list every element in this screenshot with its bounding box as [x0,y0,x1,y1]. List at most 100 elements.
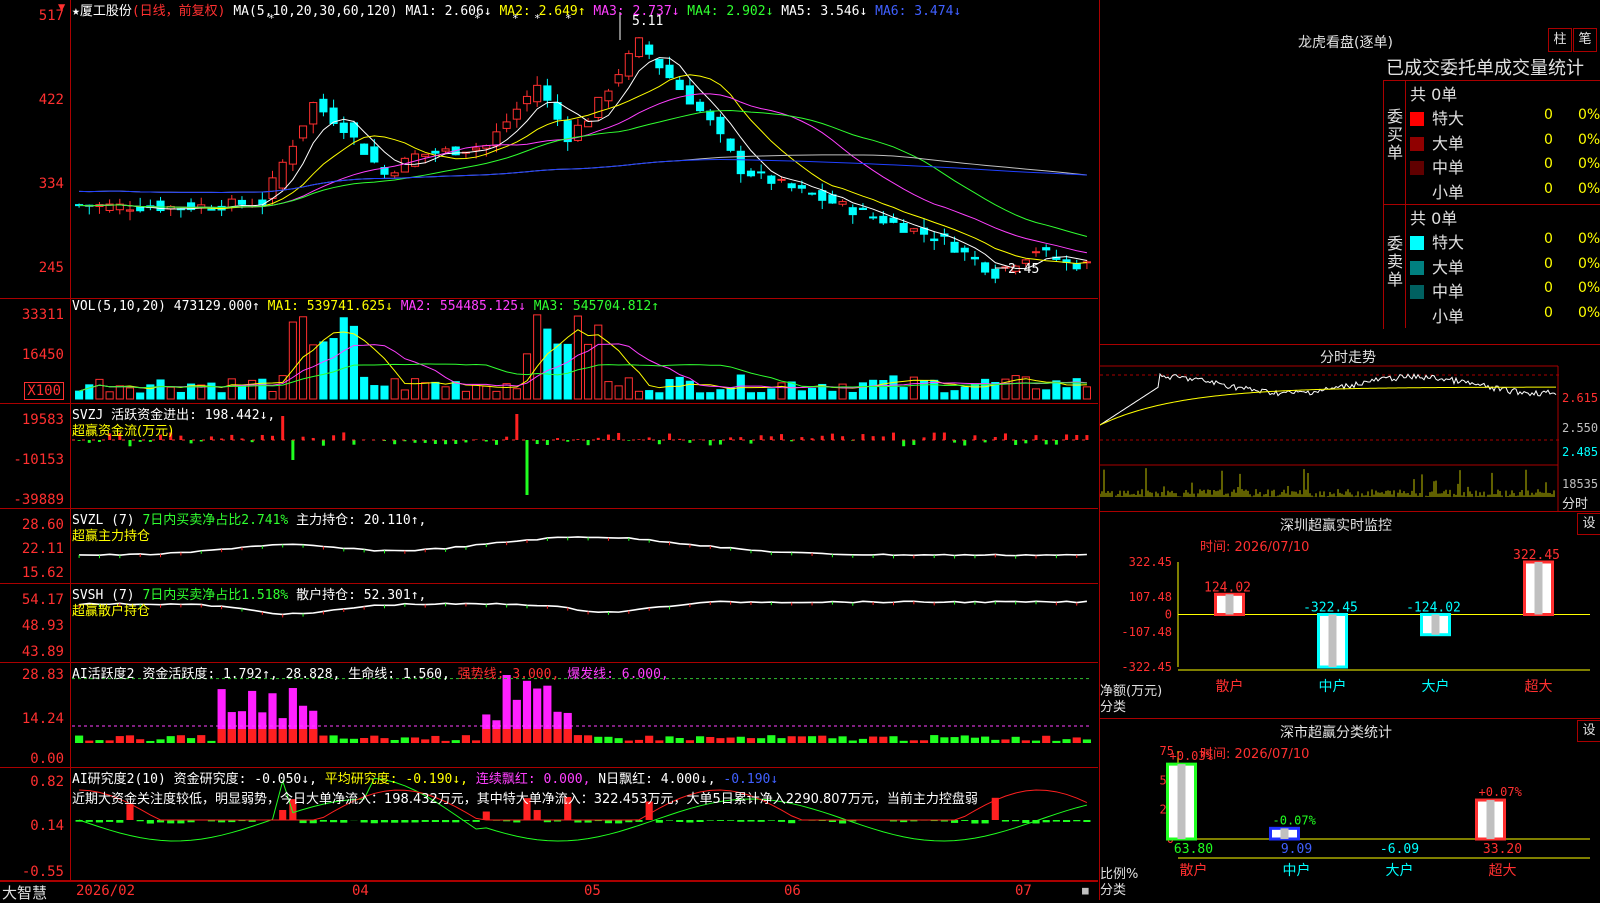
candle [350,123,357,137]
volume-bar [422,383,429,399]
volume-bar [666,380,673,399]
volume-bar [442,387,449,399]
sell-pct: 0% [1578,305,1600,321]
candle [401,158,408,172]
candle [992,269,999,278]
ma-label: MA(5,10,20,30,60,120) [233,4,397,19]
volume-bar [167,387,174,399]
activity-bar [1073,737,1081,743]
candle [279,162,286,188]
research-bar [1022,820,1029,823]
research-bar [839,820,846,823]
activity-bar [574,735,582,743]
research-bar [778,820,785,822]
ma5: MA5: 3.546↓ [781,4,867,19]
volume-panel[interactable]: 33311 16450 X100 VOL(5,10,20) 473129.000… [0,299,1098,404]
flow-bar [597,438,600,440]
research-bar [371,820,378,823]
volume-bar [361,377,368,399]
volume-bar [1022,377,1029,399]
activity-bar [421,739,429,743]
research-bar [615,820,622,823]
volume-chart [0,299,1098,403]
activity-bar [472,740,480,743]
sell-row: 小单 [1410,303,1464,327]
volume-bar [401,390,408,399]
volume-bar [931,380,938,399]
candle [1073,264,1080,269]
value-label: 63.80 [1174,842,1213,857]
research-bar [788,820,795,823]
candle [737,151,744,173]
flow-bar [149,440,152,442]
activity-bar [971,738,979,743]
activity-bar [391,740,399,743]
buy-count: 0 [1544,156,1553,172]
dragon-subtitle: 已成交委托单成交量统计 [1386,54,1584,80]
svsh-hold: 散户持仓: 52.301↑, [296,588,426,603]
ai-activity-panel[interactable]: 28.83 14.24 0.00 AI活跃度2 资金活跃度: 1.792↑, 2… [0,663,1098,768]
research-bar [1002,820,1009,822]
lock-icon[interactable]: ■ [1082,884,1089,897]
candle [697,102,704,110]
flow-bar [271,436,274,440]
candle [849,208,856,215]
activity-bar [340,739,348,743]
volume-bar [747,393,754,399]
volume-bar [76,391,83,399]
tick-view-button[interactable]: 笔 [1573,28,1597,52]
flow-bar [861,434,864,440]
activity-bar [808,736,816,743]
buy-label: 委买单 [1385,108,1405,162]
star-icon[interactable]: ★ [72,4,80,19]
activity-bar [615,738,623,743]
ratio-bar-shade [1487,800,1495,839]
activity-bar [869,737,877,743]
candle [819,191,826,201]
svsh-panel[interactable]: 54.17 48.93 43.89 SVSH (7) 7日内买卖净占比1.518… [0,584,1098,663]
kline-panel[interactable]: 517 422 334 245 ***** ★厦工股份(日线，前复权) MA(5… [0,0,1098,299]
candle [503,122,510,128]
svzj-panel[interactable]: 19583 -10153 -39889 SVZJ 活跃资金进出: 198.442… [0,404,1098,509]
intraday-panel[interactable]: 分时走势 2.615 2.550 2.485 18535 分时 [1099,345,1600,512]
volume-bar [116,386,123,399]
flow-bar [587,440,590,445]
sell-total: 共 0单 [1410,205,1457,229]
flow-bar [1085,435,1088,440]
ma-line [79,111,1087,237]
price-mode[interactable]: (日线，前复权) [132,4,226,19]
high-label: 5.11 [632,14,663,29]
ai-research-panel[interactable]: 0.82 0.14 -0.55 AI研究度2(10) 资金研究度: -0.050… [0,768,1098,881]
research-bar [1083,820,1090,822]
column-view-button[interactable]: 柱 [1548,28,1572,52]
flow-bar [637,439,640,440]
svzl-panel[interactable]: 28.60 22.11 15.62 SVZL (7) 7日内买卖净占比2.741… [0,509,1098,584]
ratio-bar-shade [1281,828,1289,839]
candle [931,239,938,241]
volume-bar [330,339,337,399]
sell-pct: 0% [1578,280,1600,296]
volume-bar [452,382,459,399]
volume-bar [768,389,775,399]
pct-label: -0.07% [1273,813,1317,827]
candle [269,178,276,199]
low-label: 2.45 [1008,262,1039,277]
volume-bar [849,392,856,399]
x-label: 05 [584,883,601,899]
volume-bar [798,391,805,399]
color-swatch [1410,186,1424,200]
net-bar-shade [1535,562,1543,615]
corner-flag-icon[interactable]: ▼ [58,0,65,14]
buy-row: 小单 [1410,179,1464,203]
svzj-sub: 超赢资金流(万元) [72,420,173,439]
flow-bar [393,440,396,444]
research-bar [106,820,113,822]
candle [666,65,673,77]
flow-bar [536,440,539,444]
x-label: 04 [352,883,369,899]
flow-bar [882,436,885,440]
candle [829,195,836,203]
research-bar [483,812,490,820]
activity-bar [818,736,826,743]
volume-bar [839,384,846,399]
